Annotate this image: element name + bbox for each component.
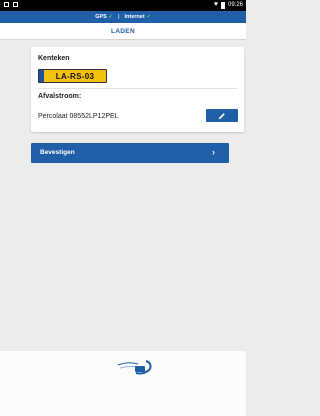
- notification-icon-2: [13, 2, 18, 7]
- notification-icon: [4, 2, 9, 7]
- status-separator: |: [117, 14, 120, 20]
- gps-status: GPS ✓: [95, 14, 113, 20]
- confirm-button-label: Bevestigen: [40, 149, 75, 156]
- gps-check-icon: ✓: [108, 14, 113, 20]
- card-divider: [38, 88, 237, 89]
- license-plate: LA-RS-03: [38, 69, 107, 83]
- edit-afvalstroom-button[interactable]: [206, 109, 238, 122]
- connection-status-bar: GPS ✓ | Internet ✓: [0, 11, 246, 23]
- kenteken-label: Kenteken: [38, 55, 70, 62]
- company-logo: [117, 360, 152, 375]
- notification-icons: [4, 2, 18, 7]
- internet-status: Internet ✓: [125, 14, 151, 20]
- confirm-button[interactable]: Bevestigen ›: [31, 143, 229, 163]
- heart-icon: ♥: [213, 1, 218, 8]
- chevron-right-icon: ›: [212, 147, 215, 157]
- load-details-card: Kenteken LA-RS-03 Afvalstroom: Percolaat…: [31, 47, 244, 132]
- battery-icon: [220, 1, 225, 9]
- afvalstroom-label: Afvalstroom:: [38, 93, 82, 100]
- afvalstroom-value: Percolaat 08552LP12PEL: [38, 113, 119, 120]
- status-right: ♥ 09:26: [214, 1, 243, 9]
- gps-label: GPS: [95, 14, 107, 20]
- internet-label: Internet: [124, 14, 145, 20]
- internet-check-icon: ✓: [146, 14, 151, 20]
- page-title: LADEN: [0, 23, 246, 39]
- status-bar: ♥ 09:26: [0, 0, 246, 11]
- clock: 09:26: [227, 2, 243, 8]
- pencil-icon: [218, 112, 225, 119]
- header-divider: [0, 39, 246, 40]
- license-plate-value: LA-RS-03: [55, 71, 95, 81]
